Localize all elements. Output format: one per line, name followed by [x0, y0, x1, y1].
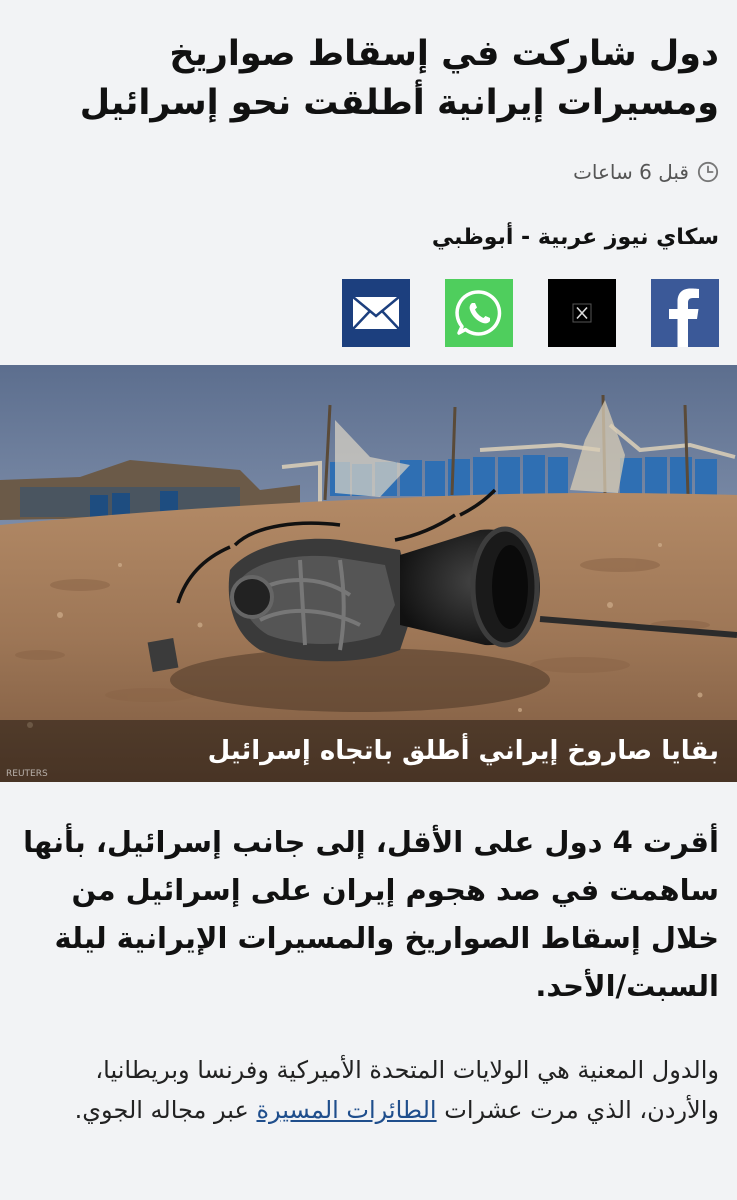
x-share-button[interactable]	[548, 279, 616, 347]
x-icon	[572, 303, 592, 323]
facebook-icon	[669, 288, 699, 347]
facebook-share-button[interactable]	[651, 279, 719, 347]
whatsapp-share-button[interactable]	[445, 279, 513, 347]
article-image: بقايا صاروخ إيراني أطلق باتجاه إسرائيل R…	[0, 365, 737, 782]
drones-link[interactable]: الطائرات المسيرة	[256, 1096, 436, 1124]
article-source: سكاي نيوز عربية - أبوظبي	[431, 225, 719, 250]
article-lead: أقرت 4 دول على الأقل، إلى جانب إسرائيل، …	[23, 825, 719, 1003]
share-bar	[342, 279, 719, 347]
clock-icon	[697, 161, 719, 183]
publish-time: قبل 6 ساعات	[573, 160, 719, 184]
body-text-after: عبر مجاله الجوي.	[74, 1096, 257, 1124]
article-headline: دول شاركت في إسقاط صواريخ ومسيرات إيراني…	[79, 34, 719, 123]
envelope-icon	[352, 296, 400, 330]
whatsapp-icon	[455, 290, 502, 336]
image-caption: بقايا صاروخ إيراني أطلق باتجاه إسرائيل	[0, 720, 737, 782]
article-body-paragraph: والدول المعنية هي الولايات المتحدة الأمي…	[18, 1050, 719, 1130]
article-page: دول شاركت في إسقاط صواريخ ومسيرات إيراني…	[0, 0, 737, 1200]
time-ago-text: قبل 6 ساعات	[573, 160, 689, 184]
email-share-button[interactable]	[342, 279, 410, 347]
image-credit: REUTERS	[6, 769, 48, 779]
